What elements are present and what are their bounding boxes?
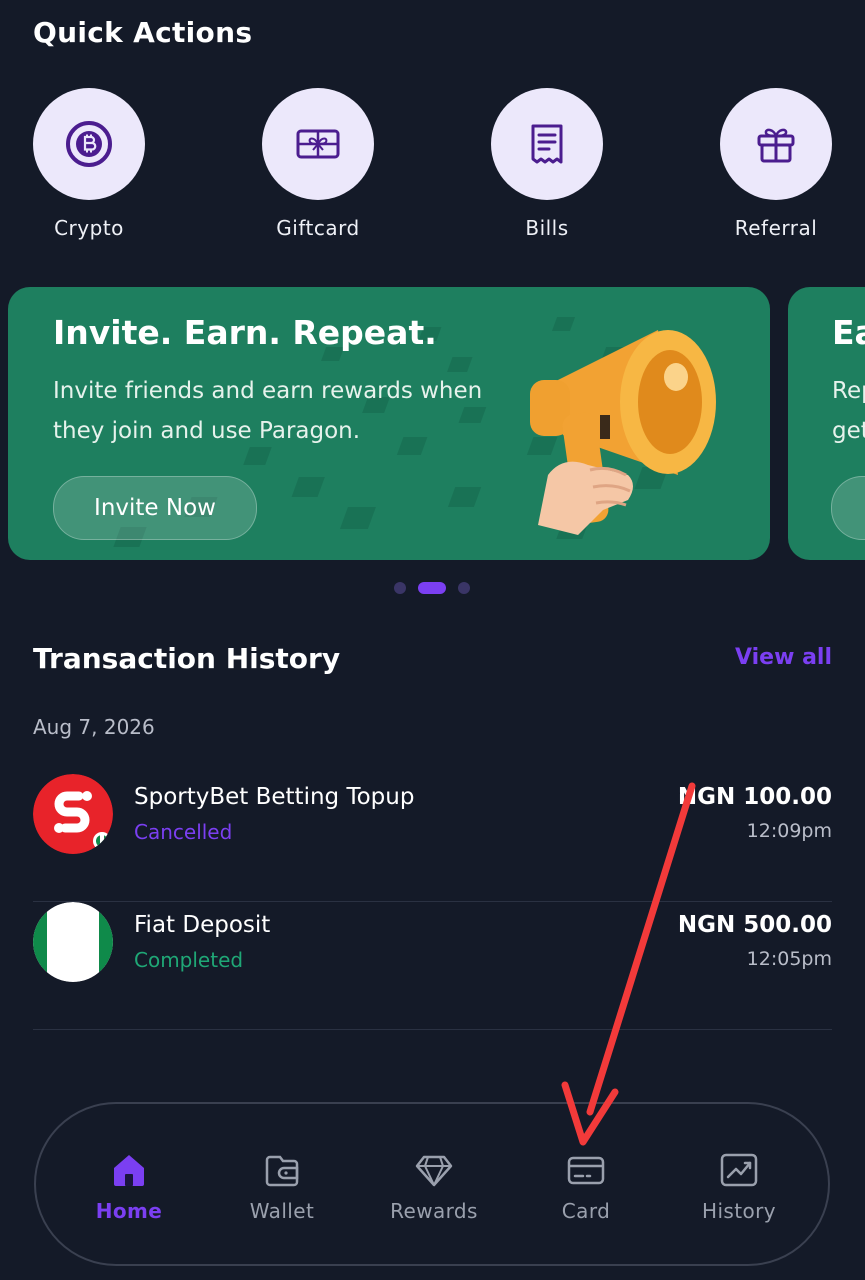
banner-text-line: they join and use Paragon. [53,418,361,444]
transaction-row[interactable]: Fiat Deposit Completed NGN 500.00 12:05p… [33,902,832,1030]
home-icon [114,1155,144,1186]
banner-text-line: Rep [832,378,865,404]
promo-banner-invite[interactable]: Invite. Earn. Repeat. Invite friends and… [8,287,770,560]
transaction-date: Aug 7, 2026 [33,715,155,739]
nav-home[interactable]: Home [54,1104,204,1268]
bitcoin-icon [66,121,112,167]
quick-action-giftcard-circle [262,88,374,200]
quick-action-bills[interactable]: Bills [467,88,627,240]
nigeria-flag-icon [33,902,113,982]
carousel-dot[interactable] [394,582,406,594]
giftcard-icon [296,129,340,159]
transaction-name: SportyBet Betting Topup [134,784,415,810]
banner-text-line: get [832,418,865,444]
banner-title: Ea [832,313,865,352]
card-icon [567,1156,605,1185]
quick-action-label: Crypto [54,216,124,240]
wallet-icon [265,1155,299,1187]
quick-action-giftcard[interactable]: Giftcard [238,88,398,240]
bottom-nav: Home Wallet Rewards Card History [34,1102,830,1266]
banner-title: Invite. Earn. Repeat. [53,313,437,352]
sportybet-logo [33,774,113,854]
nav-label: Wallet [249,1199,315,1223]
chart-icon [720,1153,758,1187]
nav-wallet[interactable]: Wallet [207,1104,357,1268]
carousel-dot-active[interactable] [418,582,446,594]
quick-action-referral[interactable]: Referral [696,88,856,240]
nav-history[interactable]: History [664,1104,814,1268]
quick-action-label: Referral [734,216,818,240]
carousel-indicator [0,582,865,594]
quick-action-bills-circle [491,88,603,200]
nav-label: History [702,1199,776,1223]
receipt-icon [531,124,563,164]
quick-action-crypto[interactable]: Crypto [9,88,169,240]
banner-text: Invite friends and earn rewards when the… [53,371,503,451]
row-divider [33,1029,832,1030]
nav-rewards[interactable]: Rewards [359,1104,509,1268]
banner-text: Rep get [832,371,865,451]
transaction-name: Fiat Deposit [134,912,271,938]
carousel-dot[interactable] [458,582,470,594]
transaction-row[interactable]: SportyBet Betting Topup Cancelled NGN 10… [33,774,832,902]
banner-button[interactable] [831,476,865,540]
nav-label: Card [561,1199,611,1223]
transaction-status: Completed [134,948,244,972]
transaction-time: 12:05pm [746,948,832,970]
quick-action-label: Giftcard [276,216,360,240]
quick-actions-title: Quick Actions [33,16,253,49]
quick-action-referral-circle [720,88,832,200]
nav-card[interactable]: Card [511,1104,661,1268]
diamond-icon [415,1155,453,1187]
transaction-amount: NGN 500.00 [677,912,832,938]
gift-icon [757,128,795,163]
view-all-link[interactable]: View all [735,645,832,670]
quick-action-label: Bills [525,216,569,240]
transaction-time: 12:09pm [746,820,832,842]
nav-label: Rewards [390,1199,478,1223]
transaction-amount: NGN 100.00 [677,784,832,810]
invite-now-button[interactable]: Invite Now [53,476,257,540]
transaction-history-title: Transaction History [33,642,341,675]
quick-actions-row: Crypto Giftcard Bills Referral [0,88,865,248]
promo-banner-next[interactable]: Ea Rep get [788,287,865,560]
nav-label: Home [95,1199,163,1223]
megaphone-illustration [530,330,716,535]
transaction-status: Cancelled [134,820,233,844]
quick-action-crypto-circle [33,88,145,200]
banner-text-line: Invite friends and earn rewards when [53,378,483,404]
